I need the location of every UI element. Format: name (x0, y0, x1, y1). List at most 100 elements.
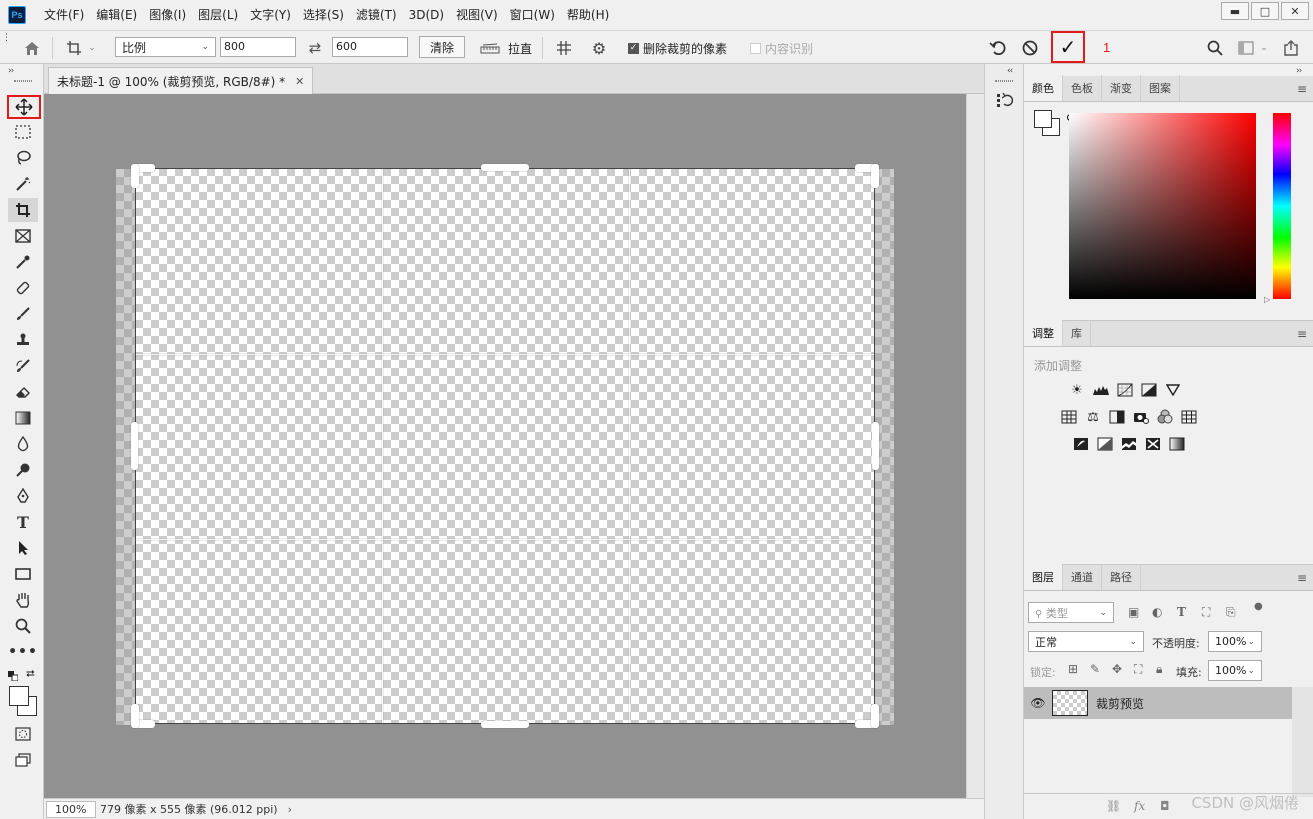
home-icon[interactable] (20, 36, 44, 60)
tab-patterns[interactable]: 图案 (1141, 75, 1180, 101)
brush-tool[interactable] (8, 302, 38, 326)
color-swatches[interactable] (9, 686, 37, 716)
hue-slider[interactable] (1273, 113, 1291, 299)
workspace-icon[interactable] (1234, 36, 1258, 60)
search-icon[interactable] (1203, 36, 1227, 60)
crop-handle-top[interactable] (481, 164, 529, 171)
blur-tool[interactable] (8, 432, 38, 456)
filter-smart-object-icon[interactable]: ⎘ (1226, 605, 1236, 620)
menu-help[interactable]: 帮助(H) (561, 0, 615, 30)
vertical-scrollbar[interactable] (966, 94, 984, 798)
crop-handle-top-left[interactable] (131, 164, 139, 188)
add-mask-icon[interactable]: ◘ (1160, 799, 1170, 813)
invert-icon[interactable] (1072, 435, 1090, 453)
close-button[interactable]: ✕ (1281, 2, 1309, 20)
hue-slider-handle-icon[interactable]: ▷ (1264, 295, 1270, 304)
layer-row[interactable]: 👁︎ 裁剪预览 (1024, 687, 1292, 719)
magic-wand-tool[interactable] (8, 172, 38, 196)
foreground-color-swatch[interactable] (1034, 110, 1052, 128)
content-aware-checkbox[interactable]: 内容识别 (750, 40, 813, 57)
clear-button[interactable]: 清除 (419, 36, 466, 58)
collapse-panels-icon[interactable]: ›› (1296, 66, 1302, 76)
commit-crop-button[interactable]: ✓ (1051, 31, 1085, 63)
crop-tool[interactable] (8, 198, 38, 222)
posterize-icon[interactable] (1096, 435, 1114, 453)
type-tool[interactable]: T (8, 510, 38, 534)
collapse-dock-icon[interactable]: ‹‹ (1007, 66, 1013, 76)
chevron-down-icon[interactable]: ⌄ (1258, 36, 1270, 60)
eyedropper-tool[interactable] (8, 250, 38, 274)
panel-menu-icon[interactable]: ≡ (1297, 327, 1307, 341)
screen-mode-icon[interactable] (8, 748, 38, 772)
crop-handle-top-right[interactable] (871, 164, 879, 188)
lock-artboard-icon[interactable]: ⛶ (1134, 662, 1142, 677)
layer-name[interactable]: 裁剪预览 (1096, 695, 1144, 712)
color-balance-icon[interactable]: ⚖ (1084, 408, 1102, 426)
menu-layer[interactable]: 图层(L) (192, 0, 244, 30)
lasso-tool[interactable] (8, 146, 38, 170)
crop-handle-bottom[interactable] (481, 721, 529, 728)
straighten-icon[interactable] (478, 36, 502, 60)
tab-swatches[interactable]: 色板 (1063, 75, 1102, 101)
fill-input[interactable]: 100% ⌄ (1208, 660, 1262, 681)
menu-filter[interactable]: 滤镜(T) (350, 0, 403, 30)
menu-edit[interactable]: 编辑(E) (90, 0, 143, 30)
tab-gradients[interactable]: 渐变 (1102, 75, 1141, 101)
chevron-right-icon[interactable]: › (288, 803, 292, 816)
reset-icon[interactable] (986, 36, 1010, 60)
tab-channels[interactable]: 通道 (1063, 564, 1102, 590)
history-panel-icon[interactable] (993, 88, 1017, 112)
color-field[interactable] (1069, 113, 1256, 299)
crop-handle-left[interactable] (131, 422, 138, 470)
menu-3d[interactable]: 3D(D) (403, 0, 450, 30)
panel-menu-icon[interactable]: ≡ (1297, 571, 1307, 585)
crop-handle-right[interactable] (872, 422, 879, 470)
foreground-color-swatch[interactable] (9, 686, 29, 706)
layers-scrollbar[interactable] (1292, 687, 1313, 797)
panel-menu-icon[interactable]: ≡ (1297, 82, 1307, 96)
share-icon[interactable] (1279, 36, 1303, 60)
filter-adjustment-icon[interactable]: ◐ (1152, 605, 1162, 619)
lock-transparent-icon[interactable]: ⊞ (1068, 662, 1078, 676)
exposure-icon[interactable] (1140, 381, 1158, 399)
swap-arrows-icon[interactable]: ⇄ (303, 36, 327, 60)
dodge-tool[interactable] (8, 458, 38, 482)
tab-color[interactable]: 颜色 (1024, 75, 1063, 101)
visibility-eye-icon[interactable]: 👁︎ (1024, 696, 1052, 710)
tab-adjustments[interactable]: 调整 (1024, 320, 1063, 346)
minimize-button[interactable]: ▬ (1221, 2, 1249, 20)
rectangle-tool[interactable] (8, 562, 38, 586)
healing-brush-tool[interactable] (8, 276, 38, 300)
photo-filter-icon[interactable] (1132, 408, 1150, 426)
brightness-icon[interactable]: ☀ (1068, 381, 1086, 399)
crop-handle-bottom-left[interactable] (131, 704, 139, 728)
cancel-crop-icon[interactable] (1018, 36, 1042, 60)
crop-ratio-select[interactable]: 比例 ⌄ (115, 37, 216, 57)
pen-tool[interactable] (8, 484, 38, 508)
selective-color-icon[interactable] (1144, 435, 1162, 453)
menu-type[interactable]: 文字(Y) (244, 0, 297, 30)
move-tool[interactable] (7, 95, 41, 119)
hand-tool[interactable] (8, 588, 38, 612)
lock-position-icon[interactable]: ✥ (1112, 662, 1122, 676)
menu-window[interactable]: 窗口(W) (504, 0, 561, 30)
gear-icon[interactable]: ⚙ (587, 36, 611, 60)
overlay-grid-icon[interactable] (552, 36, 576, 60)
levels-icon[interactable] (1092, 381, 1110, 399)
maximize-button[interactable]: □ (1251, 2, 1279, 20)
hue-saturation-icon[interactable] (1060, 408, 1078, 426)
black-white-icon[interactable] (1108, 408, 1126, 426)
crop-handle-bottom-right[interactable] (871, 704, 879, 728)
gradient-map-icon[interactable] (1168, 435, 1186, 453)
zoom-level[interactable]: 100% (46, 800, 96, 818)
delete-cropped-pixels-checkbox[interactable]: ✓ 删除裁剪的像素 (628, 40, 727, 57)
document-tab[interactable]: 未标题-1 @ 100% (裁剪预览, RGB/8#) * ✕ (48, 67, 314, 94)
menu-view[interactable]: 视图(V) (450, 0, 504, 30)
marquee-tool[interactable] (8, 120, 38, 144)
layer-style-fx-icon[interactable]: fx (1134, 799, 1145, 813)
width-input[interactable]: 800 (220, 37, 296, 57)
threshold-icon[interactable] (1120, 435, 1138, 453)
crop-preset-icon[interactable] (62, 36, 86, 60)
layer-filter-select[interactable]: ⚲ 类型 ⌄ (1028, 602, 1114, 623)
expand-panel-icon[interactable]: ›› (8, 66, 14, 76)
